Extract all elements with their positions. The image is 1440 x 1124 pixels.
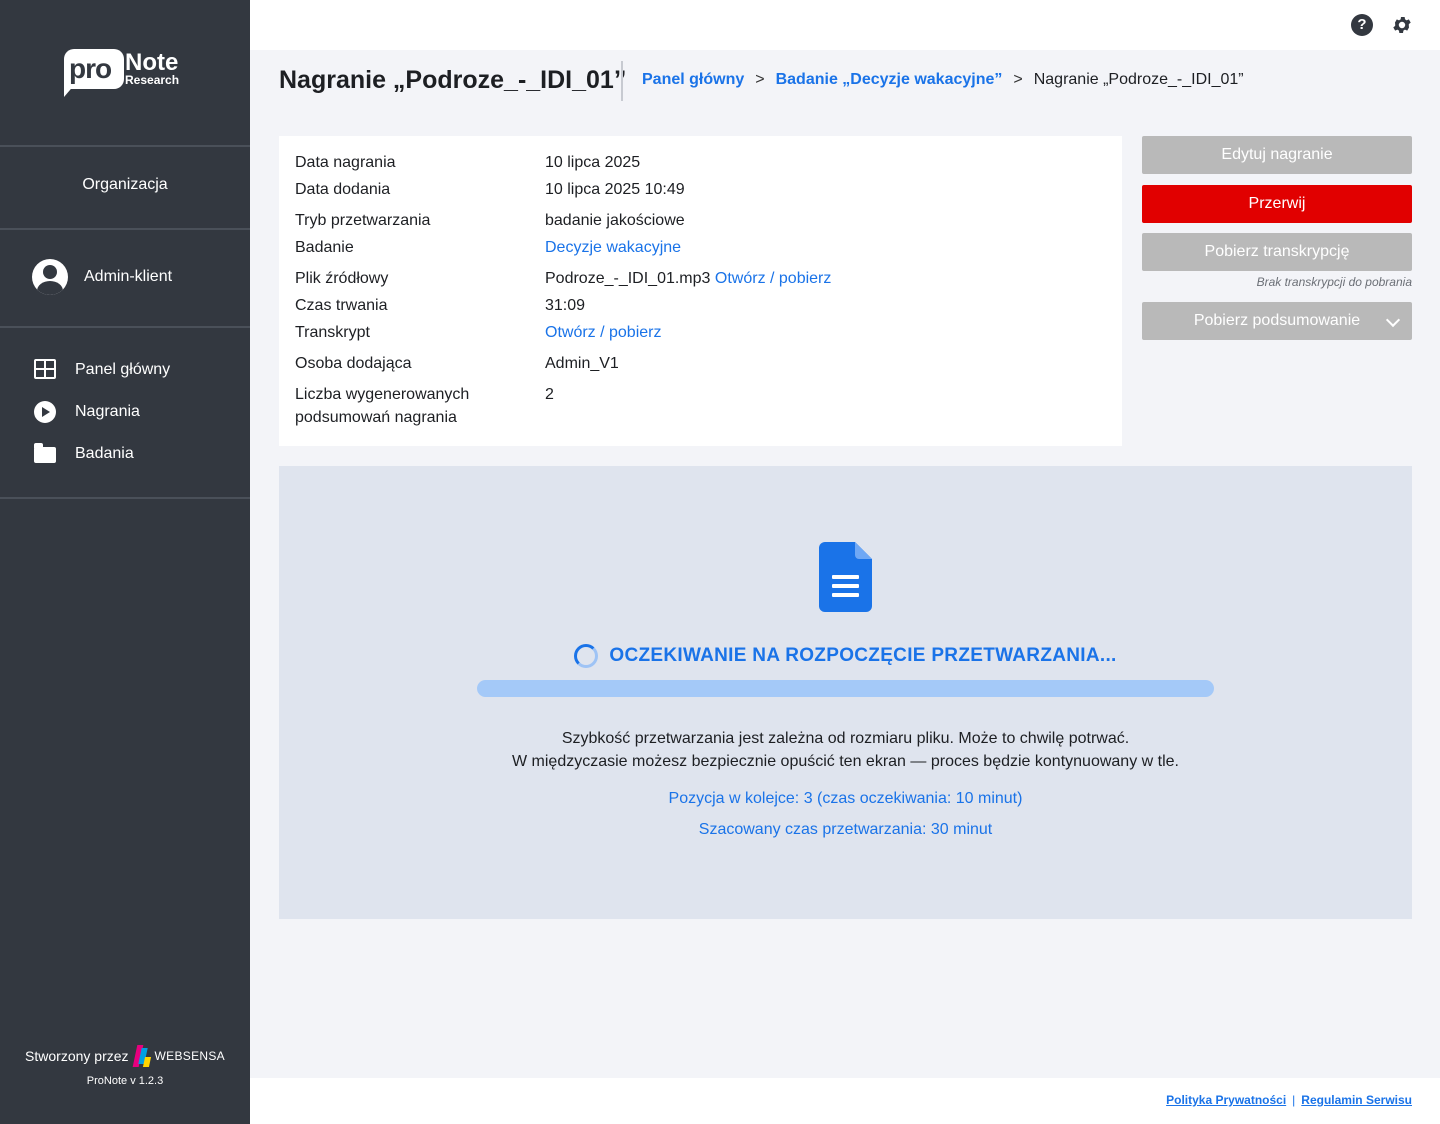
- sidebar-item-label: Badania: [75, 445, 134, 462]
- sidebar-divider: [0, 228, 250, 230]
- websensa-logo-icon: [132, 1045, 151, 1067]
- pronote-logo[interactable]: pro Note Research: [64, 49, 189, 97]
- sidebar-item-recordings[interactable]: Nagrania: [34, 400, 170, 424]
- play-circle-icon: [34, 401, 56, 423]
- info-value: 2: [545, 386, 554, 403]
- processing-progress-bar: [477, 680, 1214, 697]
- no-transcript-note: Brak transkrypcji do pobrania: [1256, 275, 1412, 289]
- gear-icon[interactable]: [1391, 14, 1413, 36]
- sidebar-item-label: Nagrania: [75, 403, 140, 420]
- footer-links: Polityka Prywatności | Regulamin Serwisu: [1166, 1093, 1412, 1107]
- sidebar-item-studies[interactable]: Badania: [34, 442, 170, 466]
- help-icon[interactable]: ?: [1351, 14, 1373, 36]
- info-label: Liczba wygenerowanych podsumowań nagrani…: [295, 383, 535, 429]
- info-value: Podroze_-_IDI_01.mp3 Otwórz / pobierz: [545, 267, 831, 290]
- logo-bubble-tail: [64, 83, 76, 97]
- info-value: 10 lipca 2025 10:49: [545, 181, 685, 198]
- created-by-label: Stworzony przez: [25, 1048, 129, 1064]
- loading-spinner-icon: [574, 644, 599, 668]
- processing-description: Szybkość przetwarzania jest zależna od r…: [279, 727, 1412, 773]
- title-divider: [621, 61, 623, 101]
- processing-description-line: Szybkość przetwarzania jest zależna od r…: [561, 730, 1130, 747]
- breadcrumb-home[interactable]: Panel główny: [642, 71, 744, 89]
- queue-position: Pozycja w kolejce: 3 (czas oczekiwania: …: [668, 790, 1023, 807]
- info-label: Data nagrania: [295, 154, 396, 171]
- info-value: Admin_V1: [545, 355, 619, 372]
- websensa-brand: WEBSENSA: [154, 1049, 225, 1063]
- info-value: 31:09: [545, 297, 586, 314]
- logo-pro-text: pro: [69, 53, 112, 84]
- account-circle-icon: [32, 259, 68, 295]
- info-label: Badanie: [295, 239, 354, 256]
- estimated-time: Szacowany czas przetwarzania: 30 minut: [698, 821, 993, 838]
- created-by[interactable]: Stworzony przez WEBSENSA: [0, 1045, 250, 1067]
- recording-info-card: Data nagrania 10 lipca 2025 Data dodania…: [279, 136, 1122, 446]
- folder-icon: [34, 443, 56, 465]
- sidebar-divider: [0, 326, 250, 328]
- processing-status: OCZEKIWANIE NA ROZPOCZĘCIE PRZETWARZANIA…: [279, 644, 1412, 668]
- sidebar-nav: Panel główny Nagrania Badania: [34, 358, 170, 484]
- document-icon: [819, 542, 872, 612]
- user-name: Admin-klient: [84, 268, 173, 285]
- privacy-policy-link[interactable]: Polityka Prywatności: [1166, 1093, 1286, 1107]
- breadcrumb-arrow: >: [1013, 71, 1023, 88]
- processing-status-text: OCZEKIWANIE NA ROZPOCZĘCIE PRZETWARZANIA…: [609, 645, 1117, 666]
- sidebar-organization[interactable]: Organizacja: [0, 176, 250, 194]
- sidebar-item-label: Panel główny: [75, 361, 171, 378]
- source-file-name: Podroze_-_IDI_01.mp3: [545, 270, 711, 287]
- sidebar: pro Note Research Organizacja Admin-klie…: [0, 0, 250, 1124]
- info-label: Czas trwania: [295, 297, 388, 314]
- info-value: 10 lipca 2025: [545, 154, 641, 171]
- terms-link[interactable]: Regulamin Serwisu: [1301, 1093, 1412, 1107]
- edit-recording-button[interactable]: Edytuj nagranie: [1142, 136, 1412, 174]
- app-version: ProNote v 1.2.3: [86, 1075, 164, 1087]
- breadcrumb: Panel główny > Badanie „Decyzje wakacyjn…: [642, 71, 1244, 89]
- info-label-line: podsumowań nagrania: [295, 409, 457, 426]
- info-value: badanie jakościowe: [545, 212, 685, 229]
- info-label-line: Liczba wygenerowanych: [295, 386, 470, 403]
- download-transcript-button[interactable]: Pobierz transkrypcję: [1142, 233, 1412, 271]
- sidebar-divider: [0, 497, 250, 499]
- sidebar-user[interactable]: Admin-klient: [32, 259, 172, 295]
- info-label: Transkrypt: [295, 324, 370, 341]
- top-bar: ?: [250, 0, 1440, 50]
- study-link[interactable]: Decyzje wakacyjne: [545, 236, 681, 259]
- info-label: Tryb przetwarzania: [295, 212, 431, 229]
- sidebar-divider: [0, 145, 250, 147]
- breadcrumb-arrow: >: [755, 71, 765, 88]
- info-label: Osoba dodająca: [295, 355, 412, 372]
- sidebar-item-dashboard[interactable]: Panel główny: [34, 358, 170, 382]
- footer-separator: |: [1292, 1093, 1296, 1107]
- abort-button[interactable]: Przerwij: [1142, 185, 1412, 223]
- download-summary-dropdown[interactable]: Pobierz podsumowanie: [1142, 302, 1412, 340]
- page-title: Nagranie „Podroze_-_IDI_01”: [279, 66, 627, 94]
- processing-panel: OCZEKIWANIE NA ROZPOCZĘCIE PRZETWARZANIA…: [279, 466, 1412, 919]
- processing-description-line: W międzyczasie możesz bezpiecznie opuści…: [512, 753, 1179, 770]
- info-label: Plik źródłowy: [295, 270, 389, 287]
- breadcrumb-current: Nagranie „Podroze_-_IDI_01”: [1033, 71, 1244, 88]
- chevron-down-icon: [1385, 312, 1401, 328]
- dashboard-grid-icon: [34, 359, 56, 381]
- source-file-open-link[interactable]: Otwórz / pobierz: [715, 270, 831, 287]
- page-footer: Polityka Prywatności | Regulamin Serwisu: [250, 1078, 1440, 1124]
- transcript-open-link[interactable]: Otwórz / pobierz: [545, 321, 661, 344]
- download-summary-label: Pobierz podsumowanie: [1193, 312, 1361, 329]
- info-label: Data dodania: [295, 181, 391, 198]
- logo-research-text: Research: [125, 73, 180, 87]
- sidebar-footer: Stworzony przez WEBSENSA ProNote v 1.2.3: [0, 1045, 250, 1087]
- breadcrumb-study[interactable]: Badanie „Decyzje wakacyjne”: [776, 71, 1003, 89]
